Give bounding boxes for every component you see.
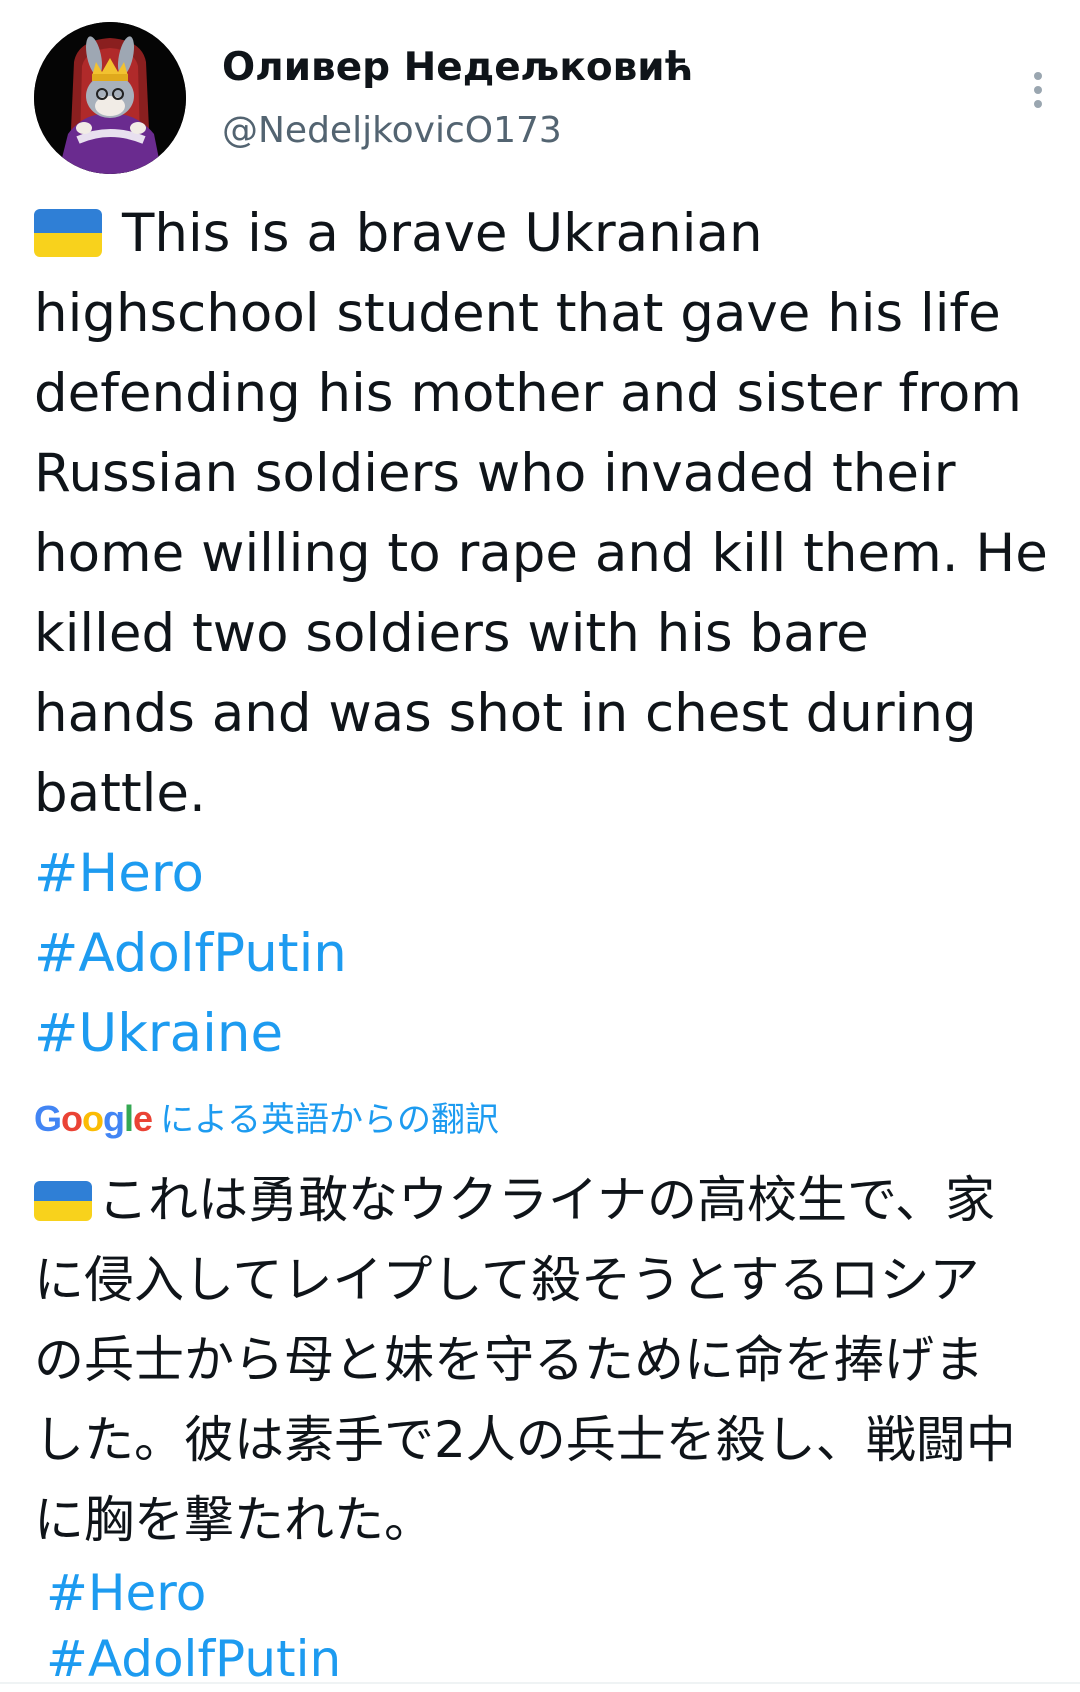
- tweet-text-line: killed two soldiers with his bare: [34, 603, 869, 664]
- divider: [0, 1682, 1080, 1684]
- translated-text: これは勇敢なウクライナの高校生で、家 に侵入してレイプして殺そうとするロシア の…: [34, 1160, 1054, 1692]
- ukraine-flag-icon: [34, 1181, 92, 1221]
- tweet-text-line: defending his mother and sister from: [34, 363, 1022, 424]
- hashtag-link[interactable]: #AdolfPutin: [34, 914, 1054, 994]
- translated-text-line: これは勇敢なウクライナの高校生で、家: [34, 1160, 1054, 1240]
- tweet-text-line: Russian soldiers who invaded their: [34, 443, 956, 504]
- translated-text-line: に侵入してレイプして殺そうとするロシア: [34, 1251, 980, 1309]
- google-logo: Google: [34, 1098, 153, 1139]
- author-display-name[interactable]: Оливер Недељковић: [222, 44, 693, 92]
- translation-attribution-text: による英語からの翻訳: [160, 1100, 500, 1140]
- hashtag-link[interactable]: #Hero: [34, 834, 1054, 914]
- translated-text-line: に胸を撃たれた。: [34, 1491, 434, 1549]
- tweet-text-line: battle.: [34, 763, 206, 824]
- hashtag-link[interactable]: #Ukraine: [34, 994, 1054, 1074]
- tweet-text-line: This is a brave Ukranian: [34, 194, 1054, 274]
- tweet-text: This is a brave Ukranian highschool stud…: [34, 194, 1054, 1074]
- tweet-header: Оливер Недељковић @NedeljkovicO173: [34, 22, 1044, 176]
- translated-text-line: した。彼は素手で2人の兵士を殺し、戦闘中: [34, 1411, 1016, 1469]
- avatar-image: [34, 22, 186, 174]
- more-options-icon[interactable]: [1010, 50, 1066, 130]
- translated-hashtag-link[interactable]: #Hero: [46, 1560, 1054, 1626]
- tweet-body: This is a brave Ukranian highschool stud…: [34, 194, 1054, 1074]
- tweet-text-line: highschool student that gave his life: [34, 283, 1001, 344]
- avatar[interactable]: [34, 22, 186, 174]
- tweet-text-line: home willing to rape and kill them. He: [34, 523, 1048, 584]
- tweet-text-line: hands and was shot in chest during: [34, 683, 977, 744]
- ukraine-flag-icon: [34, 209, 102, 257]
- translated-text-line: の兵士から母と妹を守るために命を捧げま: [34, 1331, 984, 1389]
- tweet-text-line-content: This is a brave Ukranian: [122, 203, 763, 264]
- author-handle[interactable]: @NedeljkovicO173: [222, 108, 562, 154]
- translation-attribution[interactable]: Google による英語からの翻訳: [34, 1094, 499, 1144]
- translated-text-line-content: これは勇敢なウクライナの高校生で、家: [98, 1171, 995, 1229]
